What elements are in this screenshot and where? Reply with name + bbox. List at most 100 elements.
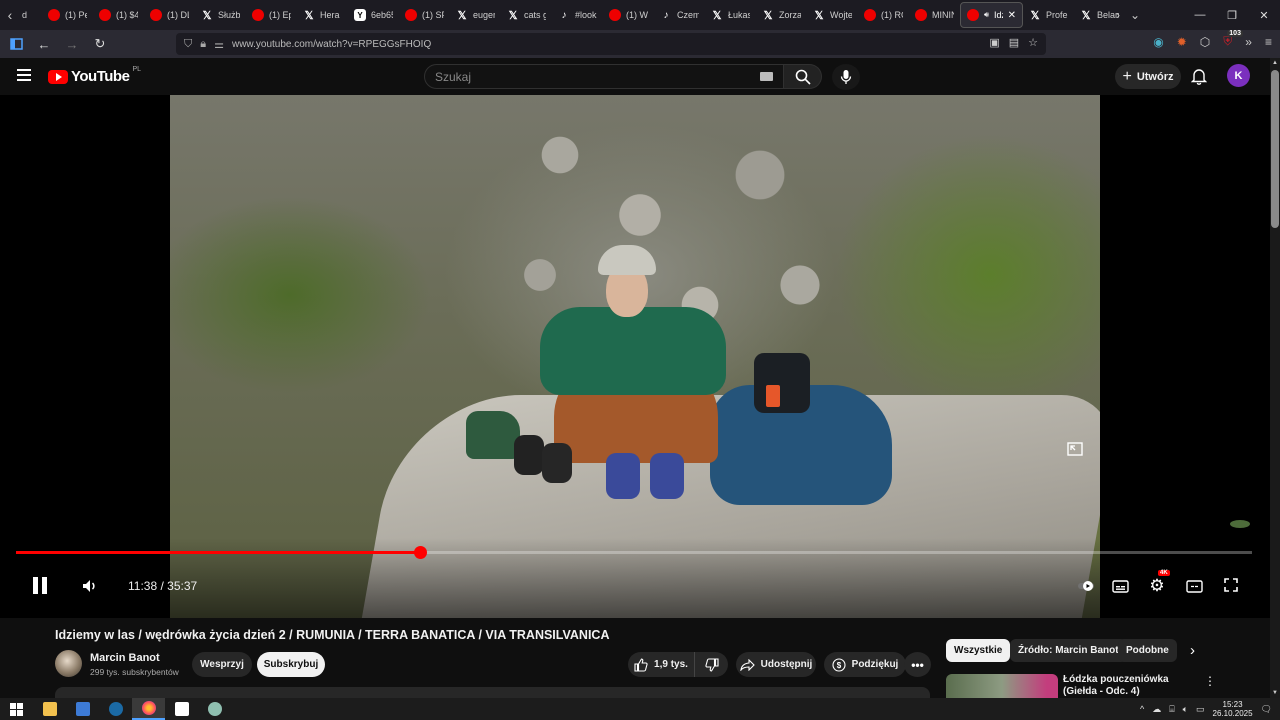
permissions-icon[interactable]: ⚌ <box>214 38 224 51</box>
progress-bar[interactable] <box>16 546 1252 559</box>
reload-button[interactable]: ↻ <box>88 32 112 56</box>
settings-gear-icon[interactable]: ⚙ <box>1147 576 1167 596</box>
browser-tab[interactable]: 𝕏 Wojte <box>807 2 858 28</box>
clock[interactable]: 15:23 26.10.2025 <box>1213 700 1253 718</box>
overflow-chevron-icon[interactable]: » <box>1245 35 1252 49</box>
list-all-tabs-button[interactable]: ⌄ <box>1130 8 1140 22</box>
capcut-icon[interactable] <box>165 698 198 720</box>
browser-tab[interactable]: 𝕏cats g <box>501 2 552 28</box>
url-text[interactable]: www.youtube.com/watch?v=RPEGGsFHOIQ <box>232 39 431 50</box>
theater-mode-icon[interactable] <box>1185 578 1203 594</box>
create-button[interactable]: + Utwórz <box>1115 64 1181 89</box>
chip-all[interactable]: Wszystkie <box>946 639 1011 662</box>
browser-tab[interactable]: Y 6eb65 <box>348 2 399 28</box>
extensions-puzzle-icon[interactable]: ⬡ <box>1200 35 1210 49</box>
ublock-extension-icon[interactable]: ⛨ 103 <box>1223 30 1243 49</box>
display-icon[interactable]: ▭ <box>1196 704 1205 715</box>
firefox-icon[interactable] <box>132 698 165 720</box>
tab-audio-icon[interactable]: 🔊︎ <box>984 10 989 20</box>
video-player[interactable]: 11:38 / 35:37 ⚙ 4K <box>0 95 1270 618</box>
browser-tab[interactable]: MININ <box>909 2 960 28</box>
close-window-button[interactable]: ✕ <box>1248 9 1280 22</box>
forward-button[interactable]: → <box>60 32 84 56</box>
search-button[interactable] <box>784 64 822 89</box>
browser-tab[interactable]: (1) W <box>603 2 654 28</box>
fox-extension-icon[interactable]: ✹ <box>1177 35 1187 49</box>
scroll-down-arrow-icon[interactable]: ▼ <box>1272 690 1278 696</box>
like-button[interactable]: 1,9 tys. <box>628 652 694 677</box>
browser-tab[interactable]: 𝕏 Profe <box>1023 2 1074 28</box>
bookmark-star-icon[interactable]: ☆ <box>1028 36 1038 49</box>
channel-watermark[interactable] <box>1230 520 1250 528</box>
pip-icon[interactable]: ▣ <box>989 36 999 49</box>
subscribe-button[interactable]: Subskrybuj <box>257 652 325 677</box>
youtube-logo[interactable]: YouTube PL <box>48 66 141 85</box>
browser-tab[interactable]: (1) DL <box>144 2 195 28</box>
progress-scrubber[interactable] <box>413 546 427 559</box>
keyboard-icon[interactable] <box>760 72 773 81</box>
network-icon[interactable]: ⌸ <box>1169 704 1174 715</box>
volume-tray-icon[interactable]: 🔈︎ <box>1183 704 1188 715</box>
address-bar[interactable]: ⛉ 🔒︎ ⚌ www.youtube.com/watch?v=RPEGGsFHO… <box>176 33 1046 55</box>
more-actions-icon[interactable]: ••• <box>904 652 931 677</box>
steam-icon[interactable] <box>99 698 132 720</box>
pause-button[interactable] <box>30 575 50 595</box>
browser-tab[interactable]: 𝕏 Łukas <box>705 2 756 28</box>
browser-tab[interactable]: 𝕏 Hera <box>297 2 348 28</box>
chip-from-channel[interactable]: Źródło: Marcin Banot <box>1010 639 1127 662</box>
browser-tab-active[interactable]: 🔊︎ Idz ✕ <box>960 2 1023 28</box>
browser-tab[interactable]: 𝕏euger <box>450 2 501 28</box>
recommendation-title[interactable]: Łódzka pouczeniówka (Giełda - Odc. 4) <box>1063 674 1203 698</box>
miniplayer-icon[interactable] <box>1066 441 1084 457</box>
browser-tab[interactable]: (1) $4 <box>93 2 144 28</box>
browser-tab[interactable]: (1) Pe <box>42 2 93 28</box>
browser-tab[interactable]: (1) Ep <box>246 2 297 28</box>
app-menu-icon[interactable]: ≡ <box>1265 35 1272 49</box>
browser-tab[interactable]: 𝕏 Służb <box>195 2 246 28</box>
account-avatar[interactable]: K <box>1227 64 1250 87</box>
thanks-button[interactable]: $ Podziękuj <box>824 652 906 677</box>
subtitles-icon[interactable] <box>1111 578 1129 594</box>
scrollbar-thumb[interactable] <box>1271 70 1279 228</box>
dislike-button[interactable] <box>694 652 728 677</box>
support-button[interactable]: Wesprzyj <box>192 652 252 677</box>
browser-tab[interactable]: ♪ #look <box>552 2 603 28</box>
browser-tab[interactable]: (1) SP <box>399 2 450 28</box>
browser-tab-partial[interactable]: d <box>20 2 42 28</box>
voice-search-button[interactable] <box>832 64 860 90</box>
tray-overflow-icon[interactable]: ^ <box>1140 704 1144 714</box>
vpn-extension-icon[interactable]: ◉ <box>1153 35 1163 49</box>
channel-avatar[interactable] <box>55 650 82 677</box>
notifications-icon[interactable]: 🗨︎ <box>1261 704 1272 715</box>
browser-tab[interactable]: (1) RC <box>858 2 909 28</box>
browser-tab[interactable]: 𝕏 Zorza <box>756 2 807 28</box>
remote-desktop-icon[interactable] <box>66 698 99 720</box>
channel-name[interactable]: Marcin Banot <box>90 652 160 664</box>
description-box[interactable] <box>55 687 930 698</box>
reader-icon[interactable]: ▤ <box>1009 36 1019 49</box>
restore-button[interactable]: ❐ <box>1216 9 1248 22</box>
guide-menu-icon[interactable] <box>17 69 31 81</box>
fullscreen-icon[interactable] <box>1222 576 1240 594</box>
onedrive-icon[interactable]: ☁ <box>1152 704 1161 715</box>
notifications-bell-icon[interactable] <box>1189 66 1209 86</box>
autoplay-toggle[interactable] <box>1078 578 1096 594</box>
page-scrollbar[interactable]: ▲ ▼ <box>1270 58 1280 698</box>
recommendation-thumbnail[interactable] <box>946 674 1058 698</box>
chips-next-arrow-icon[interactable]: › <box>1190 642 1195 659</box>
shield-icon[interactable]: ⛉ <box>184 38 192 51</box>
sidebar-toggle-icon[interactable] <box>4 32 28 56</box>
tab-scroll-right-button[interactable]: › <box>1116 8 1120 22</box>
volume-button[interactable] <box>80 577 100 595</box>
windows-start-icon[interactable] <box>0 698 33 720</box>
browser-tab[interactable]: ♪ Czem <box>654 2 705 28</box>
back-button[interactable]: ← <box>32 32 56 56</box>
lock-icon[interactable]: 🔒︎ <box>200 38 206 51</box>
chip-related[interactable]: Podobne <box>1118 639 1177 662</box>
tab-scroll-left-button[interactable]: ‹ <box>0 0 20 30</box>
minimize-button[interactable]: — <box>1184 9 1216 21</box>
recommendation-menu-icon[interactable]: ⋮ <box>1204 674 1216 688</box>
app-icon[interactable] <box>198 698 231 720</box>
close-tab-icon[interactable]: ✕ <box>1008 10 1016 21</box>
search-input[interactable]: Szukaj <box>424 64 784 89</box>
